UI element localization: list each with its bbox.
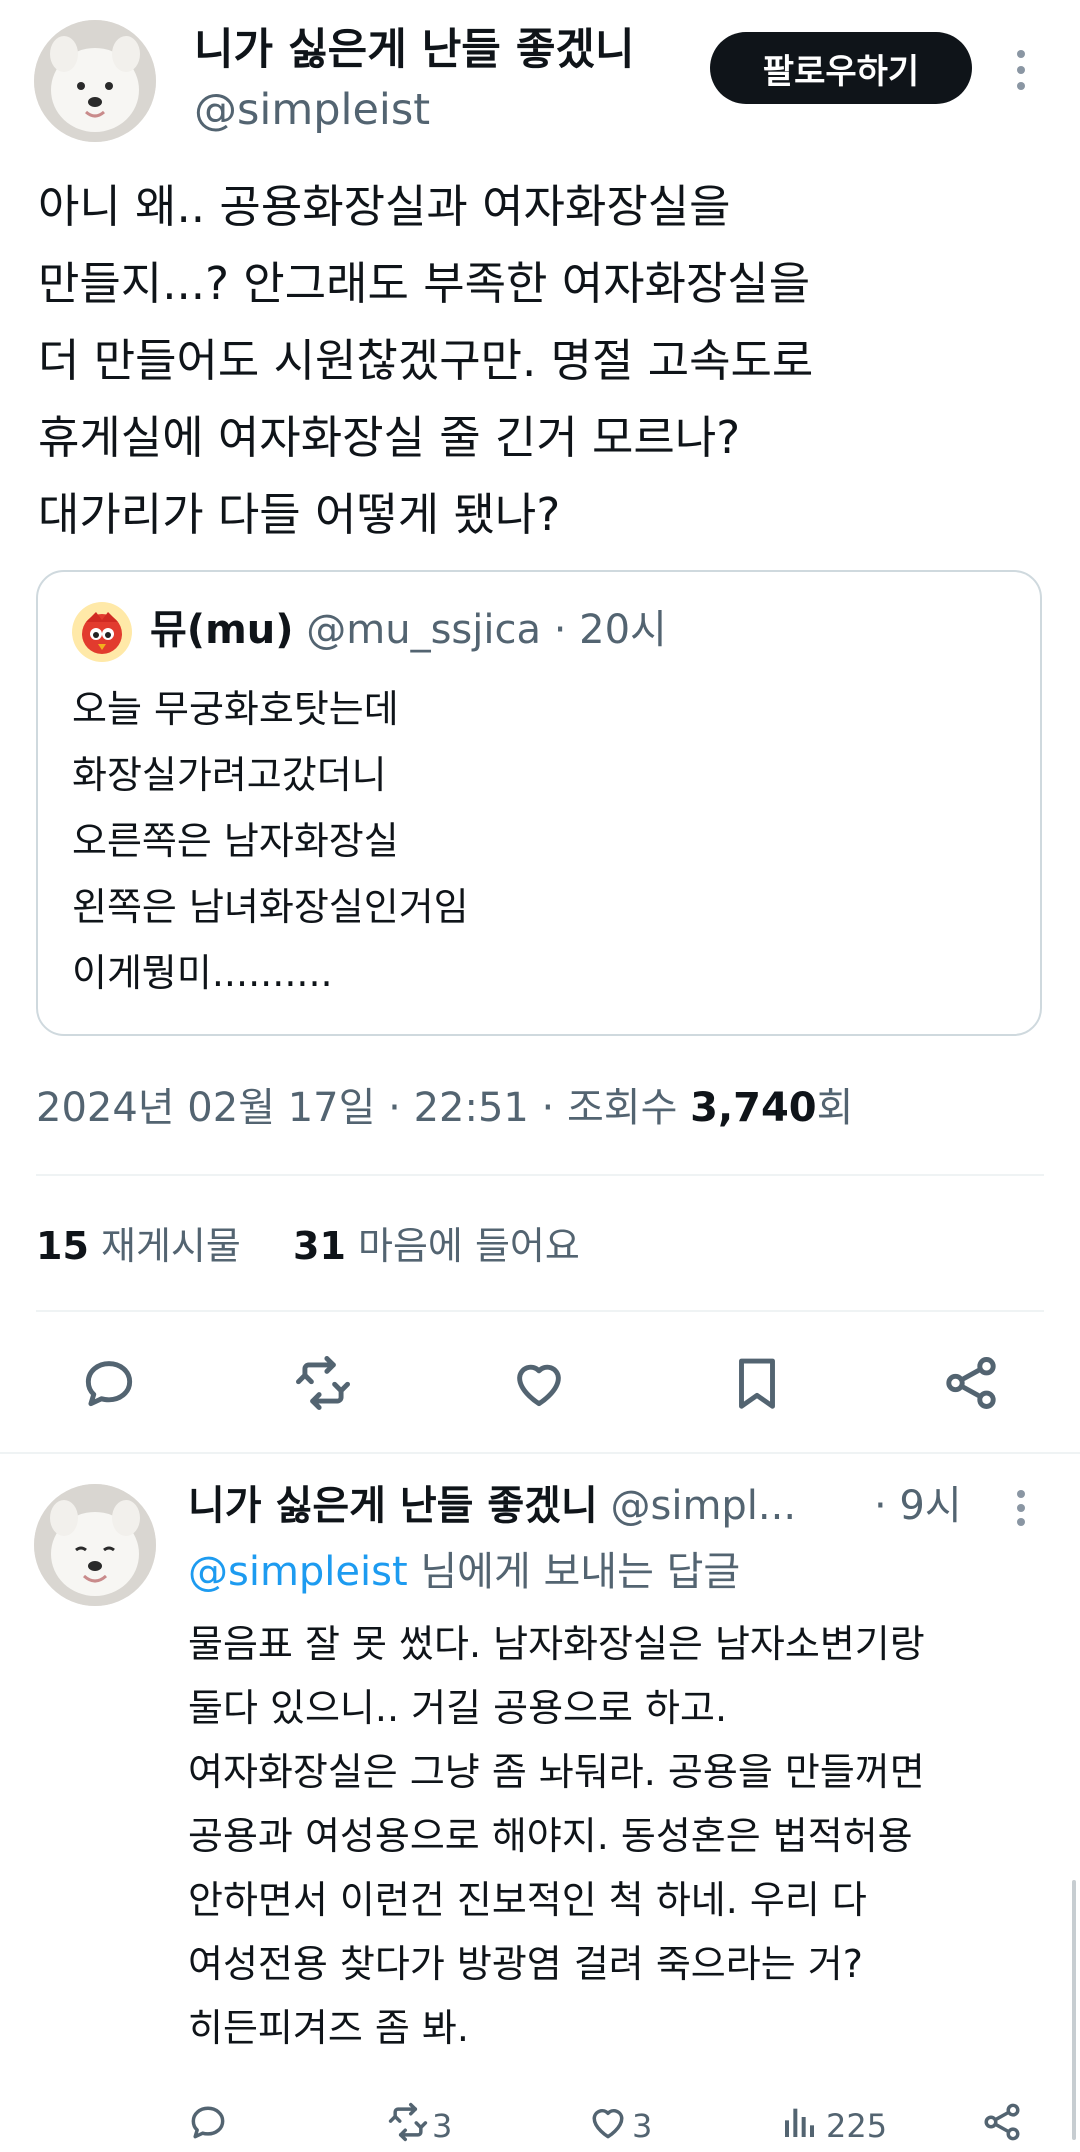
quoted-line: 오른쪽은 남자화장실 xyxy=(72,819,399,863)
quoted-display-name: 뮤(mu) xyxy=(150,607,294,653)
tweet-stats: 15 재게시물 31 마음에 들어요 xyxy=(36,1218,580,1274)
tweet-line: 대가리가 다들 어떻게 됐나? xyxy=(38,488,561,541)
reply-line: 히든피겨즈 좀 봐. xyxy=(188,2006,469,2050)
more-options-icon[interactable] xyxy=(1014,50,1028,90)
replying-to-label: 님에게 보내는 답글 xyxy=(407,1549,741,1595)
tweet-line: 만들지...? 안그래도 부족한 여자화장실을 xyxy=(38,257,811,310)
likes-count: 31 xyxy=(293,1224,346,1268)
reply-line: 여자화장실은 그냥 좀 놔둬라. 공용을 만들꺼면 xyxy=(188,1750,925,1794)
reply-text: 물음표 잘 못 썼다. 남자화장실은 남자소변기랑 둘다 있으니.. 거길 공용… xyxy=(188,1612,1068,2060)
quoted-tweet[interactable]: 뮤(mu) @mu_ssjica · 20시 오늘 무궁화호탓는데 화장실가려고… xyxy=(36,570,1042,1036)
reply-icon[interactable] xyxy=(78,1352,140,1414)
reply-line: 공용과 여성용으로 해야지. 동성혼은 법적허용 xyxy=(188,1814,913,1858)
share-icon[interactable] xyxy=(940,1352,1002,1414)
reply-share-button[interactable] xyxy=(980,2100,1024,2152)
reply-line: 물음표 잘 못 썼다. 남자화장실은 남자소변기랑 xyxy=(188,1622,925,1666)
reply-retweet-button[interactable]: 3 xyxy=(386,2100,452,2152)
tweet-meta: 2024년 02월 17일 · 22:51 · 조회수 3,740회 xyxy=(36,1080,853,1136)
reply-view-count: 225 xyxy=(826,2107,888,2145)
retweet-icon xyxy=(386,2100,430,2152)
quoted-line: 왼쪽은 남녀화장실인거임 xyxy=(72,885,469,929)
replying-to-handle[interactable]: @simpleist xyxy=(188,1549,408,1595)
reply-like-button[interactable]: 3 xyxy=(586,2100,652,2152)
tweet-line: 휴게실에 여자화장실 줄 긴거 모르나? xyxy=(38,411,741,464)
like-icon[interactable] xyxy=(508,1352,570,1414)
reply-handle[interactable]: @simpl... xyxy=(611,1483,797,1529)
share-icon xyxy=(980,2100,1024,2152)
author-handle[interactable]: @simpleist xyxy=(194,82,430,138)
reply-line: 둘다 있으니.. 거길 공용으로 하고. xyxy=(188,1686,728,1730)
author-display-name[interactable]: 니가 싫은게 난들 좋겠니 xyxy=(194,22,635,78)
reply-display-name[interactable]: 니가 싫은게 난들 좋겠니 xyxy=(188,1483,598,1529)
tweet-line: 더 만들어도 시원찮겠구만. 명절 고속도로 xyxy=(38,334,814,387)
divider xyxy=(36,1310,1044,1312)
reply-time[interactable]: · 9시 xyxy=(874,1478,962,1534)
reply-reply-button[interactable] xyxy=(186,2100,230,2152)
reply-more-options-icon[interactable] xyxy=(1014,1490,1028,1526)
reply-line: 여성전용 찾다가 방광염 걸려 죽으라는 거? xyxy=(188,1942,863,1986)
reply-line: 안하면서 이런건 진보적인 척 하네. 우리 다 xyxy=(188,1878,867,1922)
divider xyxy=(36,1174,1044,1176)
bookmark-icon[interactable] xyxy=(726,1352,788,1414)
quoted-line: 화장실가려고갔더니 xyxy=(72,753,387,797)
reply-retweet-count: 3 xyxy=(432,2107,453,2145)
tweet-datetime[interactable]: 2024년 02월 17일 · 22:51 · 조회수 xyxy=(36,1085,690,1131)
likes-label: 마음에 들어요 xyxy=(358,1224,580,1268)
retweets-count: 15 xyxy=(36,1224,89,1268)
tweet-line: 아니 왜.. 공용화장실과 여자화장실을 xyxy=(38,180,731,233)
retweets-label: 재게시물 xyxy=(100,1224,241,1268)
quoted-time: · 20시 xyxy=(553,607,667,653)
quoted-handle: @mu_ssjica xyxy=(306,607,541,653)
view-suffix: 회 xyxy=(816,1085,854,1131)
author-avatar[interactable] xyxy=(34,20,156,142)
view-count: 3,740 xyxy=(690,1085,817,1131)
tweet-text: 아니 왜.. 공용화장실과 여자화장실을 만들지...? 안그래도 부족한 여자… xyxy=(38,168,1048,553)
like-icon xyxy=(586,2100,630,2152)
quoted-line: 이게뭥미.......... xyxy=(72,951,333,995)
quoted-line: 오늘 무궁화호탓는데 xyxy=(72,687,399,731)
follow-button[interactable]: 팔로우하기 xyxy=(710,32,972,104)
likes-stat[interactable]: 31 마음에 들어요 xyxy=(293,1224,580,1268)
retweets-stat[interactable]: 15 재게시물 xyxy=(36,1224,253,1268)
divider xyxy=(0,1452,1080,1454)
reply-like-count: 3 xyxy=(632,2107,653,2145)
reply-icon xyxy=(186,2100,230,2152)
scrollbar[interactable] xyxy=(1072,1880,1076,2140)
quoted-author-avatar xyxy=(72,602,132,662)
reply-author-avatar[interactable] xyxy=(34,1484,156,1606)
reply-views-button[interactable]: 225 xyxy=(780,2100,887,2152)
retweet-icon[interactable] xyxy=(292,1352,354,1414)
analytics-icon xyxy=(780,2100,820,2152)
